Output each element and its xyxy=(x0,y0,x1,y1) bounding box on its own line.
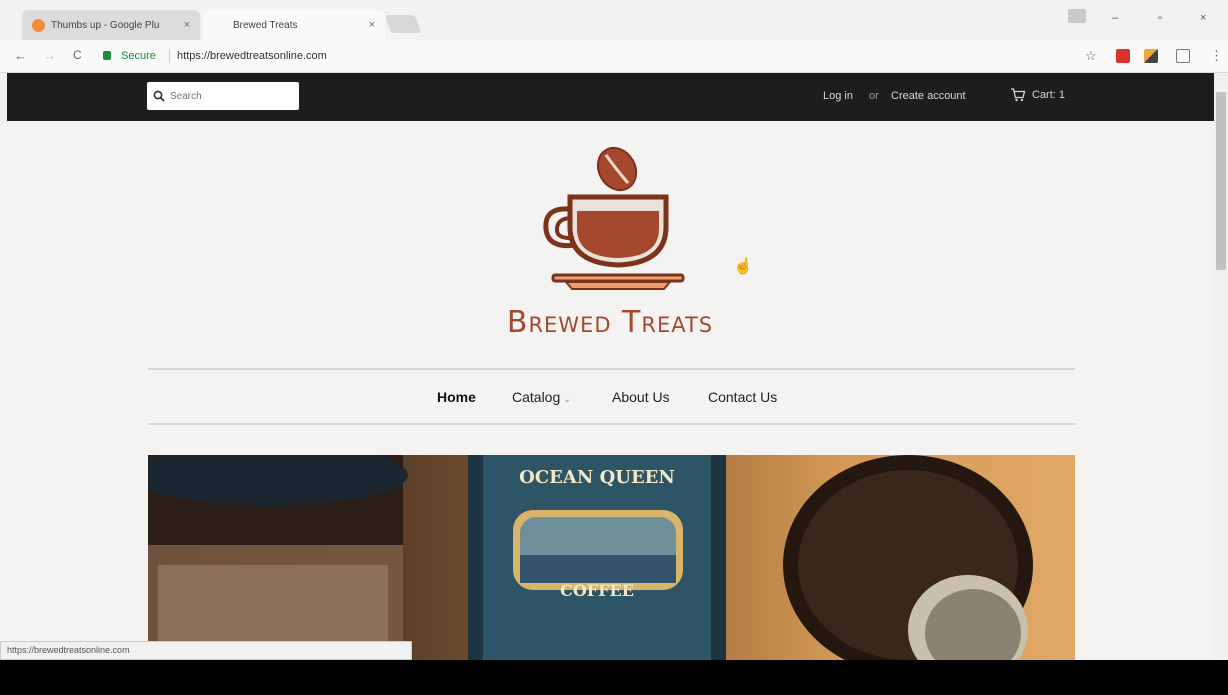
nav-about-us[interactable]: About Us xyxy=(612,389,670,405)
cart-count: Cart: 1 xyxy=(1032,89,1066,101)
scrollbar-thumb[interactable] xyxy=(1216,92,1226,270)
nav-catalog[interactable]: Catalog ⌄ xyxy=(512,389,571,405)
restore-button[interactable]: ▫ xyxy=(1158,12,1162,24)
forward-button[interactable]: → xyxy=(43,48,56,63)
browser-window: Thumbs up - Google Plu × Brewed Treats ×… xyxy=(0,0,1228,695)
brand-name[interactable]: Brewed Treats xyxy=(410,305,810,340)
security-label[interactable]: Secure xyxy=(121,50,156,62)
search-icon xyxy=(153,90,165,102)
tab-brewed-treats[interactable]: Brewed Treats × xyxy=(203,10,385,40)
site-header-bar: Log in or Create account Cart: 1 xyxy=(7,73,1214,121)
brand-text: Brewed Treats xyxy=(506,305,714,340)
coffee-cup-logo-icon[interactable] xyxy=(530,145,690,293)
browser-toolbar: ← → C Secure https://brewedtreatsonline.… xyxy=(0,40,1228,73)
search-box[interactable] xyxy=(147,82,299,110)
cart-link[interactable]: Cart: 1 xyxy=(1010,88,1065,102)
hero-text-ocean-queen: OCEAN QUEEN xyxy=(519,467,675,488)
minimize-button[interactable]: – xyxy=(1112,12,1118,24)
extension-orange-icon[interactable] xyxy=(1144,49,1158,63)
favicon-icon xyxy=(32,18,45,32)
extension-square-icon[interactable] xyxy=(1176,49,1190,63)
tab-close-icon[interactable]: × xyxy=(184,19,190,31)
lock-icon xyxy=(103,51,111,60)
hero-text-coffee: COFFEE xyxy=(560,581,634,600)
mouse-pointer-icon: ☝ xyxy=(733,258,753,275)
nav-home[interactable]: Home xyxy=(437,389,476,405)
reload-button[interactable]: C xyxy=(73,48,82,62)
profile-icon[interactable] xyxy=(1068,9,1086,23)
bookmark-star-icon[interactable]: ☆ xyxy=(1085,48,1097,64)
tab-close-icon[interactable]: × xyxy=(369,19,375,31)
extension-red-icon[interactable] xyxy=(1116,49,1130,63)
or-text: or xyxy=(869,90,879,102)
chevron-down-icon: ⌄ xyxy=(563,394,571,404)
tab-thumbs-up[interactable]: Thumbs up - Google Plu × xyxy=(22,10,200,40)
window-close-button[interactable]: × xyxy=(1200,12,1206,24)
chrome-menu-icon[interactable]: ⋮ xyxy=(1210,48,1223,64)
omnibox-separator xyxy=(169,49,170,63)
tab-title: Thumbs up - Google Plu xyxy=(51,19,160,31)
login-link[interactable]: Log in xyxy=(823,90,853,102)
address-bar[interactable]: https://brewedtreatsonline.com xyxy=(177,50,327,62)
back-button[interactable]: ← xyxy=(14,48,27,63)
nav-catalog-label: Catalog xyxy=(512,389,561,405)
tab-strip: Thumbs up - Google Plu × Brewed Treats ×… xyxy=(0,0,1228,40)
new-tab-button[interactable] xyxy=(384,15,422,33)
hero-image: OCEAN QUEEN COFFEE xyxy=(148,455,1075,661)
search-input[interactable] xyxy=(170,90,290,102)
video-letterbox xyxy=(0,660,1228,695)
create-account-link[interactable]: Create account xyxy=(891,90,966,102)
divider xyxy=(148,368,1075,370)
nav-contact-us[interactable]: Contact Us xyxy=(708,389,777,405)
divider xyxy=(148,423,1075,425)
cart-icon xyxy=(1011,88,1026,102)
tab-title: Brewed Treats xyxy=(233,19,298,31)
status-bar-url: https://brewedtreatsonline.com xyxy=(0,641,412,660)
